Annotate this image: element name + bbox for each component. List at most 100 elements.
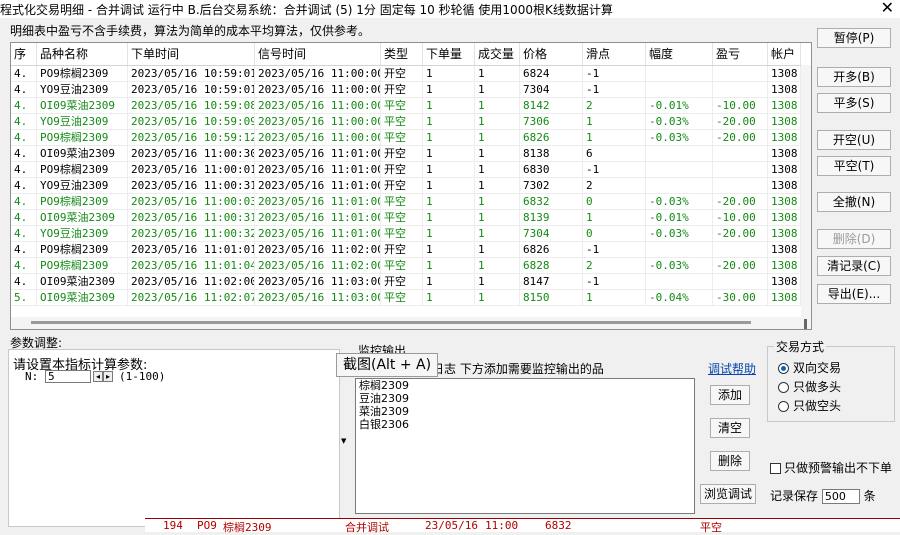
col-seq-cell: 4. [11,258,37,274]
col-order-time-cell: 2023/05/16 10:59:01 [128,66,255,82]
col-order-qty-header[interactable]: 下单量 [423,43,475,65]
export-button[interactable]: 导出(E)... [817,284,891,304]
vertical-scroll-thumb[interactable] [804,319,807,329]
table-row[interactable]: 4. PO9棕榈2309 2023/05/16 10:59:12 2023/05/16… [11,130,811,146]
col-signal-time-cell: 2023/05/16 11:00:00 [255,66,381,82]
trade-detail-table[interactable]: 序品种名称 下单时间 信号时间 类型 下单量 成交量 价格 滑点 幅度 盈亏 帐户 4. PO9棕榈2… [10,42,812,330]
delete-button[interactable]: 删除(D) [817,229,891,249]
col-range-cell: -0.03% [646,130,713,146]
monitor-tip: 日志 下方添加需要监控输出的品 [432,362,604,376]
col-order-time-cell: 2023/05/16 11:00:03 [128,194,255,210]
spin-left-icon[interactable]: ◂ [93,371,103,382]
browse-debug-button[interactable]: 浏览调试 [700,484,756,504]
col-seq-cell: 4. [11,162,37,178]
col-slippage-cell: 1 [583,210,646,226]
radio-both-directions[interactable]: 双向交易 [778,359,841,376]
table-row[interactable]: 4. YO9豆油2309 2023/05/16 11:00:32 2023/05/16… [11,226,811,242]
monitor-symbol-list[interactable]: 棕榈2309 豆油2309 菜油2309 白银2306 [355,378,695,514]
pause-button[interactable]: 暂停(P) [817,28,891,48]
table-row[interactable]: 4. PO9棕榈2309 2023/05/16 11:01:04 2023/05/16… [11,258,811,274]
col-range-cell: -0.04% [646,290,713,306]
col-signal-time-cell: 2023/05/16 11:01:00 [255,194,381,210]
col-seq-cell: 4. [11,114,37,130]
col-range-cell [646,274,713,290]
table-row[interactable]: 4. YO9豆油2309 2023/05/16 11:00:31 2023/05/16… [11,178,811,194]
radio-long-only[interactable]: 只做多头 [778,378,841,395]
table-row[interactable]: 4. YO9豆油2309 2023/05/16 10:59:09 2023/05/16… [11,114,811,130]
col-seq-header[interactable]: 序 [11,43,37,65]
warn-only-checkbox[interactable]: 只做预警输出不下单 [770,459,892,476]
col-pnl-cell [713,66,768,82]
col-filled-qty-cell: 1 [475,82,520,98]
table-row[interactable]: 4. PO9棕榈2309 2023/05/16 10:59:01 2023/05/16… [11,66,811,82]
col-type-cell: 开空 [381,178,423,194]
col-pnl-cell: -20.00 [713,226,768,242]
col-type-cell: 平空 [381,194,423,210]
cancel-all-button[interactable]: 全撤(N) [817,192,891,212]
vertical-scrollbar[interactable] [801,65,811,329]
col-account-cell: 1308 [768,146,801,162]
col-pnl-cell [713,162,768,178]
table-row[interactable]: 4. PO9棕榈2309 2023/05/16 11:01:01 2023/05/16… [11,242,811,258]
col-order-time-header[interactable]: 下单时间 [128,43,255,65]
col-signal-time-header[interactable]: 信号时间 [255,43,381,65]
col-seq-cell: 4. [11,242,37,258]
col-account-cell: 1308 [768,274,801,290]
col-filled-qty-header[interactable]: 成交量 [475,43,520,65]
col-seq-cell: 4. [11,98,37,114]
open-short-button[interactable]: 开空(U) [817,130,891,150]
table-row[interactable]: 4. PO9棕榈2309 2023/05/16 11:00:01 2023/05/16… [11,162,811,178]
col-slippage-cell: 6 [583,146,646,162]
col-price-header[interactable]: 价格 [520,43,583,65]
col-signal-time-cell: 2023/05/16 11:03:00 [255,274,381,290]
col-price-cell: 7304 [520,82,583,98]
col-name-cell: PO9棕榈2309 [37,194,128,210]
col-price-cell: 8142 [520,98,583,114]
horizontal-scroll-thumb[interactable] [31,321,751,324]
table-row[interactable]: 4. OI09菜油2309 2023/05/16 10:59:08 2023/05/1… [11,98,811,114]
add-button[interactable]: 添加 [710,385,750,405]
clear-button[interactable]: 清空 [710,418,750,438]
col-name-header[interactable]: 品种名称 [37,43,128,65]
col-range-header[interactable]: 幅度 [646,43,713,65]
col-filled-qty-cell: 1 [475,66,520,82]
col-name-cell: YO9豆油2309 [37,82,128,98]
col-price-cell: 8147 [520,274,583,290]
keep-log-count-input[interactable]: 500 [821,489,860,504]
spin-right-icon[interactable]: ▸ [103,371,113,382]
remove-button[interactable]: 删除 [710,451,750,471]
close-icon[interactable]: ✕ [881,0,894,17]
col-range-cell [646,162,713,178]
table-row[interactable]: 4. OI09菜油2309 2023/05/16 11:00:31 2023/05/1… [11,210,811,226]
col-price-cell: 6826 [520,130,583,146]
col-price-cell: 6824 [520,66,583,82]
col-type-header[interactable]: 类型 [381,43,423,65]
param-n-input[interactable]: 5 [45,370,91,383]
col-order-qty-cell: 1 [423,114,475,130]
open-long-button[interactable]: 开多(B) [817,67,891,87]
table-row[interactable]: 4. OI09菜油2309 2023/05/16 11:00:30 2023/05/1… [11,146,811,162]
col-type-cell: 开空 [381,162,423,178]
col-pnl-cell: -10.00 [713,98,768,114]
col-order-qty-cell: 1 [423,130,475,146]
radio-short-only[interactable]: 只做空头 [778,397,841,414]
col-pnl-header[interactable]: 盈亏 [713,43,768,65]
clear-log-button[interactable]: 清记录(C) [817,256,891,276]
col-signal-time-cell: 2023/05/16 11:03:00 [255,290,381,306]
close-long-button[interactable]: 平多(S) [817,93,891,113]
close-short-button[interactable]: 平空(T) [817,156,891,176]
disclaimer-note: 明细表中盈亏不含手续费，算法为简单的成本平均算法，仅供参考。 [10,24,371,38]
table-row[interactable]: 4. PO9棕榈2309 2023/05/16 11:00:03 2023/05/16… [11,194,811,210]
table-row[interactable]: 5. OI09菜油2309 2023/05/16 11:02:07 2023/05/1… [11,290,811,306]
col-range-cell: -0.03% [646,226,713,242]
col-account-header[interactable]: 帐户 [768,43,801,65]
col-slippage-header[interactable]: 滑点 [583,43,646,65]
col-account-cell: 1308 [768,226,801,242]
col-range-cell [646,146,713,162]
debug-help-link[interactable]: 调试帮助 [708,360,756,377]
col-type-cell: 开空 [381,242,423,258]
col-seq-cell: 5. [11,290,37,306]
table-row[interactable]: 4. YO9豆油2309 2023/05/16 10:59:01 2023/05/16… [11,82,811,98]
table-row[interactable]: 4. OI09菜油2309 2023/05/16 11:02:00 2023/05/1… [11,274,811,290]
horizontal-scrollbar[interactable] [11,317,801,329]
